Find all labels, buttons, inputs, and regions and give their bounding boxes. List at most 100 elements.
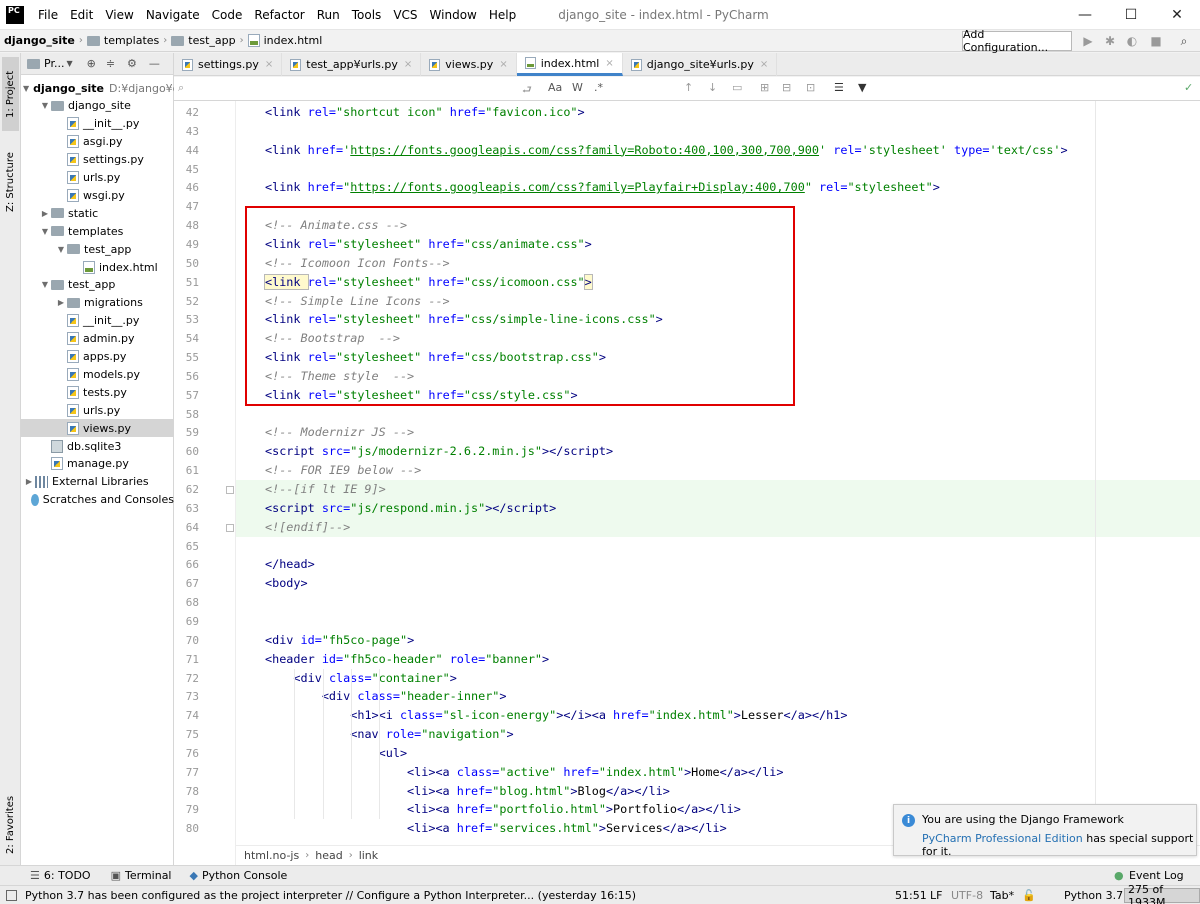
chevron-right-icon[interactable]: ▶ bbox=[23, 477, 35, 486]
breadcrumb-head[interactable]: head bbox=[309, 849, 348, 862]
tree-item[interactable]: settings.py bbox=[21, 151, 174, 169]
indent-setting[interactable]: Tab* bbox=[990, 889, 1014, 902]
tree-item[interactable]: views.py bbox=[21, 419, 174, 438]
breadcrumb-link[interactable]: link bbox=[353, 849, 384, 862]
tree-item[interactable]: __init__.py bbox=[21, 312, 174, 330]
pycharm-professional-link[interactable]: PyCharm Professional Edition bbox=[922, 832, 1083, 845]
tree-item[interactable]: ▶ migrations bbox=[21, 294, 174, 312]
tab-test-app-urls-py[interactable]: test_app¥urls.py × bbox=[282, 53, 422, 76]
menu-edit[interactable]: Edit bbox=[64, 8, 99, 22]
remove-selection-icon[interactable]: ⊟ bbox=[782, 81, 791, 94]
add-selection-icon[interactable]: ⊞ bbox=[760, 81, 769, 94]
menu-help[interactable]: Help bbox=[483, 8, 522, 22]
close-button[interactable]: ✕ bbox=[1154, 0, 1200, 30]
tree-item[interactable]: asgi.py bbox=[21, 133, 174, 151]
tree-item[interactable]: db.sqlite3 bbox=[21, 437, 174, 455]
status-toggle-icon[interactable] bbox=[6, 889, 17, 901]
chevron-down-icon[interactable]: ▼ bbox=[23, 84, 29, 93]
tree-item[interactable]: ▼ test_app bbox=[21, 276, 174, 294]
menu-vcs[interactable]: VCS bbox=[387, 8, 423, 22]
select-all-icon[interactable]: ⊡ bbox=[806, 81, 815, 94]
chevron-right-icon[interactable]: ▶ bbox=[39, 209, 51, 218]
close-tab-icon[interactable]: × bbox=[404, 59, 412, 70]
tree-item[interactable]: tests.py bbox=[21, 383, 174, 401]
structure-tool-tab[interactable]: Z: Structure bbox=[2, 137, 19, 227]
chevron-right-icon[interactable]: ▶ bbox=[55, 298, 67, 307]
python-interpreter[interactable]: Python 3.7 bbox=[1064, 889, 1123, 902]
match-case-toggle[interactable]: Aa bbox=[548, 81, 562, 94]
search-everywhere-icon[interactable]: ⌕ bbox=[1176, 33, 1192, 49]
previous-occurrence-icon[interactable]: ↑ bbox=[684, 81, 693, 94]
newline-icon[interactable]: ⮐ bbox=[522, 81, 532, 100]
menu-refactor[interactable]: Refactor bbox=[248, 8, 310, 22]
tree-item[interactable]: wsgi.py bbox=[21, 186, 174, 204]
close-tab-icon[interactable]: × bbox=[265, 59, 273, 70]
file-encoding[interactable]: UTF-8 bbox=[951, 889, 983, 902]
memory-indicator[interactable]: 275 of 1933M bbox=[1124, 883, 1200, 904]
add-configuration-button[interactable]: Add Configuration... bbox=[962, 28, 1072, 54]
terminal-tool-tab[interactable]: Terminal bbox=[125, 869, 172, 882]
tree-item[interactable]: Scratches and Consoles bbox=[21, 491, 174, 509]
close-tab-icon[interactable]: × bbox=[760, 59, 768, 70]
filter-icon[interactable]: ▼ bbox=[858, 81, 866, 94]
close-tab-icon[interactable]: × bbox=[499, 59, 507, 70]
chevron-down-icon[interactable]: ▼ bbox=[55, 245, 67, 254]
menu-file[interactable]: File bbox=[32, 8, 64, 22]
fold-marker-icon[interactable] bbox=[226, 486, 234, 494]
tree-item[interactable]: ▼ django_site D:¥django¥d bbox=[21, 79, 174, 97]
tree-item[interactable]: admin.py bbox=[21, 330, 174, 348]
tab-django-site-urls-py[interactable]: django_site¥urls.py × bbox=[623, 53, 778, 76]
tree-item[interactable]: ▼ test_app bbox=[21, 240, 174, 258]
status-message[interactable]: Python 3.7 has been configured as the pr… bbox=[25, 889, 636, 902]
menu-tools[interactable]: Tools bbox=[346, 8, 388, 22]
maximize-button[interactable]: ☐ bbox=[1108, 0, 1154, 30]
regex-toggle[interactable]: .* bbox=[594, 81, 603, 94]
tree-item[interactable]: ▶ static bbox=[21, 204, 174, 222]
tree-item[interactable]: index.html bbox=[21, 258, 174, 276]
next-occurrence-icon[interactable]: ↓ bbox=[708, 81, 717, 94]
coverage-icon[interactable]: ◐ bbox=[1124, 33, 1140, 49]
menu-view[interactable]: View bbox=[99, 8, 139, 22]
fold-marker-icon[interactable] bbox=[226, 523, 234, 532]
select-all-occurrences-icon[interactable]: ▭ bbox=[732, 81, 742, 94]
menu-window[interactable]: Window bbox=[424, 8, 483, 22]
breadcrumb-html[interactable]: html.no-js bbox=[238, 849, 305, 862]
tree-item[interactable]: apps.py bbox=[21, 348, 174, 366]
caret-position[interactable]: 51:51 bbox=[895, 889, 927, 902]
tab-views-py[interactable]: views.py × bbox=[421, 53, 517, 76]
tab-settings-py[interactable]: settings.py × bbox=[174, 53, 283, 76]
tab-index-html[interactable]: index.html × bbox=[516, 53, 623, 76]
breadcrumb-test-app[interactable]: test_app bbox=[167, 34, 239, 47]
tree-item[interactable]: ▶ External Libraries bbox=[21, 473, 174, 491]
tree-item[interactable]: urls.py bbox=[21, 169, 174, 187]
minimize-button[interactable]: — bbox=[1062, 0, 1108, 30]
chevron-down-icon[interactable]: ▼ bbox=[39, 280, 51, 289]
lock-icon[interactable]: 🔓 bbox=[1022, 889, 1036, 902]
tree-item[interactable]: ▼ django_site bbox=[21, 97, 174, 115]
menu-run[interactable]: Run bbox=[311, 8, 346, 22]
stop-icon[interactable]: ■ bbox=[1148, 33, 1164, 49]
tree-item[interactable]: manage.py bbox=[21, 455, 174, 473]
line-separator[interactable]: LF bbox=[930, 889, 942, 902]
locate-file-icon[interactable]: ⊕ bbox=[87, 57, 96, 70]
whole-words-toggle[interactable]: W bbox=[572, 81, 583, 94]
run-icon[interactable]: ▶ bbox=[1080, 33, 1096, 49]
menu-navigate[interactable]: Navigate bbox=[140, 8, 206, 22]
project-view-selector[interactable]: Pr... bbox=[44, 57, 64, 70]
chevron-down-icon[interactable]: ▼ bbox=[39, 101, 51, 110]
breadcrumb-index-html[interactable]: index.html bbox=[244, 34, 327, 47]
gear-icon[interactable]: ⚙ bbox=[127, 57, 137, 70]
project-tool-tab[interactable]: 1: Project bbox=[2, 57, 19, 131]
chevron-down-icon[interactable]: ▼ bbox=[66, 59, 72, 68]
close-tab-icon[interactable]: × bbox=[605, 58, 613, 69]
filter-settings-icon[interactable]: ☰ bbox=[834, 81, 844, 94]
python-console-tool-tab[interactable]: Python Console bbox=[202, 869, 287, 882]
todo-tool-tab[interactable]: 6: TODO bbox=[44, 869, 91, 882]
breadcrumb-project[interactable]: django_site bbox=[0, 34, 79, 47]
collapse-all-icon[interactable]: ≑ bbox=[106, 57, 115, 70]
breadcrumb-templates[interactable]: templates bbox=[83, 34, 163, 47]
debug-icon[interactable]: ✱ bbox=[1102, 33, 1118, 49]
tree-item[interactable]: ▼ templates bbox=[21, 222, 174, 240]
tree-item[interactable]: models.py bbox=[21, 365, 174, 383]
tree-item[interactable]: urls.py bbox=[21, 401, 174, 419]
